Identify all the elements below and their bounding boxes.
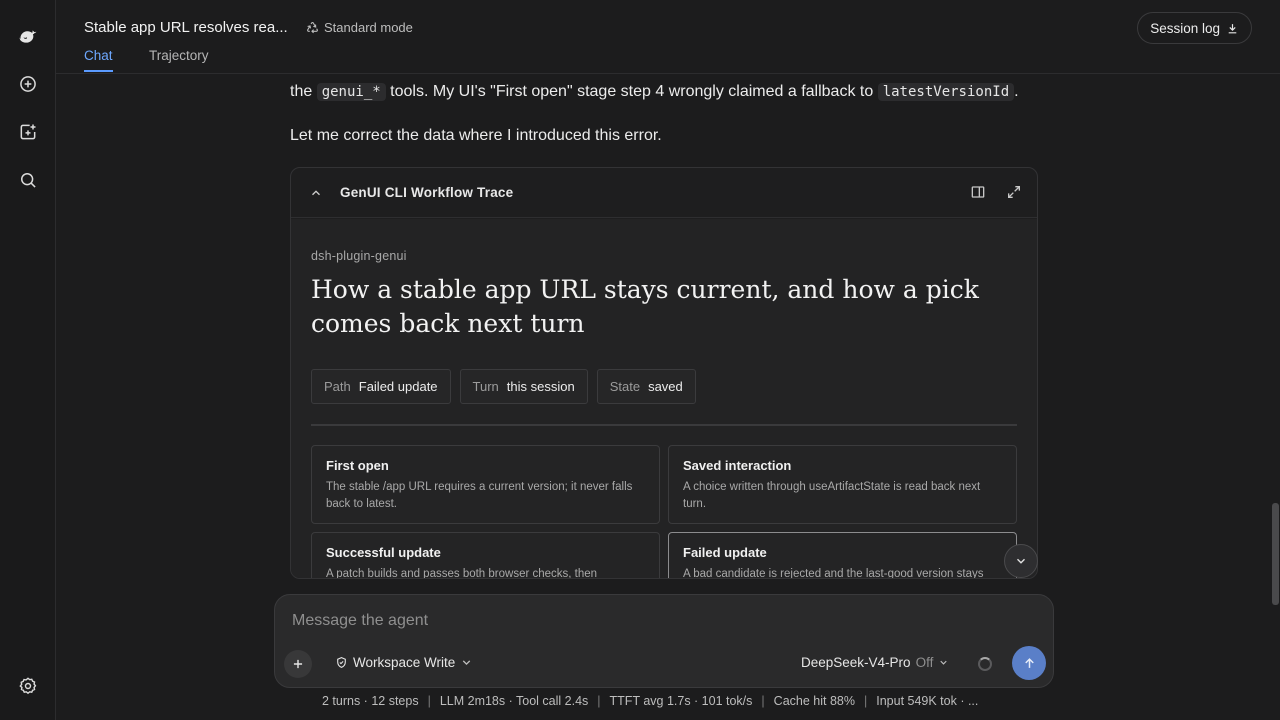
session-log-label: Session log (1150, 20, 1220, 36)
chip-value: saved (648, 379, 683, 394)
left-rail (0, 0, 56, 720)
artifact-headline: How a stable app URL stays current, and … (311, 275, 979, 338)
side-panel-icon[interactable] (970, 184, 986, 200)
status-bar: 2 turns · 12 steps | LLM 2m18s · Tool call… (322, 694, 979, 708)
thinking-state: Off (915, 655, 934, 670)
new-project-icon[interactable] (14, 118, 42, 146)
chip-key: Path (324, 379, 351, 394)
mode-label: Standard mode (324, 20, 413, 35)
page-title: Stable app URL resolves rea... (84, 19, 288, 36)
artifact-header: GenUI CLI Workflow Trace (291, 168, 1037, 218)
stage-title: Saved interaction (683, 458, 792, 473)
message-text: tools. My UI's "First open" stage step 4… (390, 83, 874, 100)
tab-trajectory[interactable]: Trajectory (149, 48, 209, 63)
download-icon (1228, 23, 1237, 33)
message-composer: Message the agent Workspace Write DeepSe… (274, 594, 1054, 688)
arrow-up-icon (1024, 657, 1034, 668)
search-icon[interactable] (14, 166, 42, 194)
message-text: the (290, 83, 313, 100)
expand-icon[interactable] (1006, 184, 1022, 200)
stage-desc: A choice written through useArtifactStat… (683, 481, 981, 510)
plus-icon (293, 659, 303, 669)
divider (311, 424, 1017, 426)
stage-saved-interaction[interactable]: Saved interaction A choice written throu… (668, 445, 1017, 524)
model-label: DeepSeek-V4-Pro (801, 655, 911, 670)
session-log-button[interactable]: Session log (1137, 12, 1252, 44)
chip-key: State (609, 379, 641, 394)
workspace-label: Workspace Write (353, 655, 456, 670)
stage-desc: The stable /app URL requires a current v… (326, 481, 633, 510)
chip-value: Failed update (358, 379, 438, 394)
model-select[interactable]: DeepSeek-V4-Pro Off (801, 655, 949, 670)
artifact-title: GenUI CLI Workflow Trace (340, 185, 514, 200)
chevron-down-icon (940, 660, 947, 665)
message-text: . (1014, 83, 1019, 100)
stage-title: Successful update (326, 545, 441, 560)
chip-key: Turn (472, 379, 499, 394)
chevron-up-icon[interactable] (309, 186, 323, 200)
stage-desc: A patch builds and passes both browser c… (326, 568, 598, 579)
chip-turn[interactable]: Turn this session (459, 369, 588, 404)
inline-code: latestVersionId (877, 83, 1015, 101)
message-input[interactable]: Message the agent (292, 612, 428, 630)
attach-button[interactable] (284, 650, 312, 678)
new-chat-icon[interactable] (14, 70, 42, 98)
stage-title: Failed update (683, 545, 767, 560)
whale-logo-icon[interactable] (14, 22, 42, 50)
artifact-body: dsh-plugin-genui How a stable app URL st… (291, 219, 1037, 578)
status-ttft: TTFT avg 1.7s · 101 tok/s (609, 694, 753, 708)
status-input: Input 549K tok · ... (876, 694, 979, 708)
gear-icon[interactable] (14, 672, 42, 700)
top-header: Stable app URL resolves rea... Standard … (56, 0, 1280, 74)
plugin-label: dsh-plugin-genui (311, 249, 407, 263)
scroll-to-bottom-button[interactable] (1004, 544, 1038, 578)
stage-desc: A bad candidate is rejected and the last… (683, 568, 984, 579)
workspace-permission-select[interactable]: Workspace Write (335, 655, 473, 670)
stage-successful-update[interactable]: Successful update A patch builds and pas… (311, 532, 660, 579)
chevron-down-icon (1017, 558, 1025, 564)
send-button[interactable] (1012, 646, 1046, 680)
status-turns: 2 turns · 12 steps (322, 694, 419, 708)
recycle-icon (307, 22, 318, 34)
artifact-card: GenUI CLI Workflow Trace dsh-plugin-genu… (290, 167, 1038, 579)
status-timing: LLM 2m18s · Tool call 2.4s (439, 694, 589, 708)
mode-indicator[interactable]: Standard mode (306, 20, 413, 35)
chip-state[interactable]: State saved (596, 369, 696, 404)
message-line-1: the genui_* tools. My UI's "First open" … (290, 81, 1019, 103)
tab-chat[interactable]: Chat (84, 48, 113, 72)
chip-path[interactable]: Path Failed update (311, 369, 451, 404)
stage-failed-update[interactable]: Failed update A bad candidate is rejecte… (668, 532, 1017, 579)
scrollbar-thumb[interactable] (1272, 503, 1279, 605)
chevron-down-icon (463, 660, 471, 666)
loading-spinner-icon (978, 657, 992, 671)
state-chips: Path Failed update Turn this session State… (311, 369, 696, 404)
message-line-2: Let me correct the data where I introduc… (290, 127, 662, 144)
stage-first-open[interactable]: First open The stable /app URL requires … (311, 445, 660, 524)
status-cache: Cache hit 88% (773, 694, 855, 708)
shield-icon (337, 657, 346, 668)
chip-value: this session (506, 379, 575, 394)
inline-code: genui_* (316, 83, 386, 101)
stage-title: First open (326, 458, 389, 473)
